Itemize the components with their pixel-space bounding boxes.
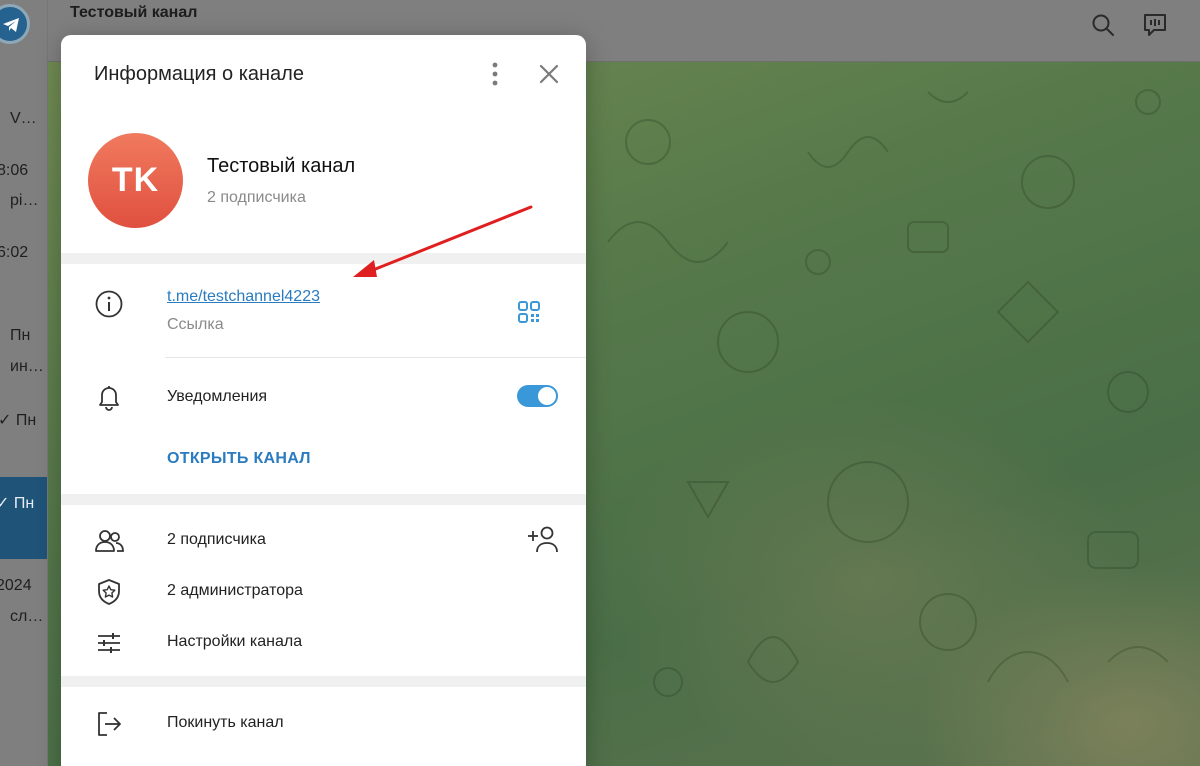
chat-list-fragment: 6:02	[0, 244, 29, 261]
channel-avatar[interactable]: TK	[88, 133, 183, 228]
leave-icon	[98, 712, 121, 736]
shield-star-icon	[98, 579, 120, 605]
more-vertical-icon[interactable]	[484, 60, 506, 88]
bell-icon	[99, 386, 119, 411]
chat-list-fragment: ✓ Пн	[0, 412, 37, 429]
telegram-logo-icon[interactable]	[0, 4, 30, 44]
active-chat-item[interactable]: ✓ Пн	[0, 477, 47, 559]
chat-bubble-icon[interactable]	[1142, 12, 1168, 38]
chat-list-fragment: сл…	[10, 608, 44, 625]
settings-sliders-icon	[98, 633, 120, 653]
leave-channel-item[interactable]: Покинуть канал	[167, 714, 284, 732]
section-divider	[61, 494, 586, 505]
add-user-icon[interactable]	[526, 525, 558, 555]
channel-subscribers-caption: 2 подписчика	[207, 189, 306, 206]
search-icon[interactable]	[1090, 12, 1116, 38]
chat-list-fragment: 8:06	[0, 162, 29, 179]
chat-list-fragment: pi…	[10, 192, 39, 209]
chat-list-fragment: 2024	[0, 577, 32, 594]
qr-code-icon[interactable]	[516, 299, 542, 325]
close-icon[interactable]	[536, 61, 562, 87]
notifications-toggle[interactable]	[517, 385, 558, 407]
toggle-knob	[538, 387, 556, 405]
administrators-item[interactable]: 2 администратора	[167, 582, 303, 600]
channel-name: Тестовый канал	[207, 155, 356, 177]
section-divider	[61, 676, 586, 687]
channel-info-dialog: Информация о канале TK Тестовый канал 2 …	[61, 35, 586, 766]
chat-item-time: ✓ Пн	[0, 495, 35, 512]
chat-list-sidebar: V… 8:06 pi… 6:02 Пн ин… ✓ Пн 2024 сл… ✓ Пн	[0, 0, 48, 766]
info-icon	[95, 290, 123, 318]
chat-list-fragment: ин…	[10, 358, 44, 375]
notifications-label: Уведомления	[167, 388, 268, 405]
row-divider	[165, 357, 586, 358]
users-icon	[95, 530, 124, 552]
chat-list-fragment: Пн	[10, 327, 31, 344]
channel-link-label: Ссылка	[167, 316, 224, 333]
section-divider	[61, 253, 586, 264]
channel-link[interactable]: t.me/testchannel4223	[167, 288, 320, 306]
open-channel-button[interactable]: ОТКРЫТЬ КАНАЛ	[167, 450, 311, 468]
subscribers-item[interactable]: 2 подписчика	[167, 531, 266, 549]
chat-list-fragment: V…	[10, 110, 37, 127]
chat-title[interactable]: Тестовый канал	[70, 4, 197, 22]
channel-settings-item[interactable]: Настройки канала	[167, 633, 302, 651]
dialog-title: Информация о канале	[94, 63, 304, 85]
